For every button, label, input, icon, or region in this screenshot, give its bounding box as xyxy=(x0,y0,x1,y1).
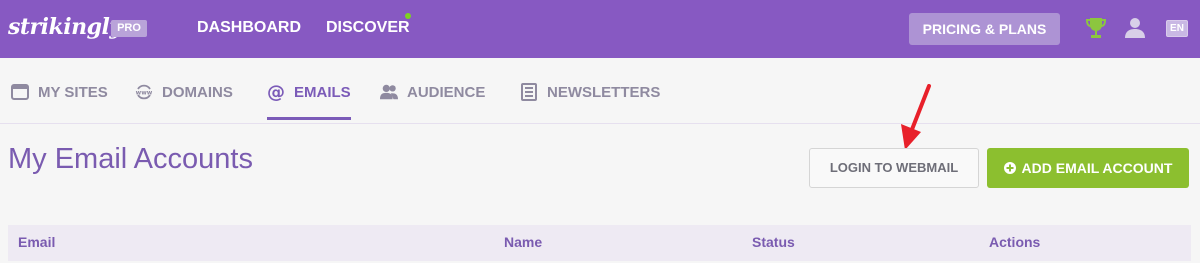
plus-circle-icon xyxy=(1003,162,1016,174)
tab-label: EMAILS xyxy=(294,83,351,101)
red-annotation-arrow xyxy=(901,84,931,150)
email-accounts-table-header: Email Name Status Actions xyxy=(8,225,1191,261)
add-email-account-button[interactable]: ADD EMAIL ACCOUNT xyxy=(987,148,1189,188)
tab-newsletters[interactable]: NEWSLETTERS xyxy=(520,82,660,102)
nav-dashboard[interactable]: DASHBOARD xyxy=(197,19,301,37)
column-header-actions: Actions xyxy=(989,234,1041,250)
top-nav-bar: strikingly PRO DASHBOARD DISCOVER PRICIN… xyxy=(0,0,1200,58)
notification-dot xyxy=(405,13,411,19)
tab-label: NEWSLETTERS xyxy=(547,83,661,101)
user-icon[interactable] xyxy=(1124,16,1146,38)
sub-navigation: MY SITES www DOMAINS @ EMAILS AUDIENCE N… xyxy=(0,58,1200,124)
tab-audience[interactable]: AUDIENCE xyxy=(380,82,485,102)
active-tab-indicator xyxy=(267,117,351,120)
page-title: My Email Accounts xyxy=(8,143,253,175)
browser-window-icon xyxy=(11,84,29,100)
tab-domains[interactable]: www DOMAINS xyxy=(135,82,233,102)
tab-emails[interactable]: @ EMAILS xyxy=(267,82,351,102)
add-email-account-label: ADD EMAIL ACCOUNT xyxy=(1021,160,1173,176)
column-header-email[interactable]: Email xyxy=(18,234,55,250)
nav-discover[interactable]: DISCOVER xyxy=(326,19,410,37)
pricing-plans-button[interactable]: PRICING & PLANS xyxy=(909,13,1060,45)
language-selector[interactable]: EN xyxy=(1166,20,1188,37)
tab-label: MY SITES xyxy=(38,83,108,101)
people-icon xyxy=(380,84,398,100)
login-to-webmail-button[interactable]: LOGIN TO WEBMAIL xyxy=(809,148,979,188)
newsletter-icon xyxy=(521,83,537,101)
strikingly-logo[interactable]: strikingly xyxy=(8,14,122,40)
column-header-name[interactable]: Name xyxy=(504,234,542,250)
svg-text:@: @ xyxy=(267,83,285,101)
tab-label: AUDIENCE xyxy=(407,83,486,101)
www-globe-icon: www xyxy=(136,84,153,100)
column-header-status[interactable]: Status xyxy=(752,234,795,250)
tab-my-sites[interactable]: MY SITES xyxy=(11,82,108,102)
svg-text:www: www xyxy=(136,90,153,97)
pro-badge: PRO xyxy=(111,20,147,37)
tab-label: DOMAINS xyxy=(162,83,233,101)
at-sign-icon: @ xyxy=(267,83,285,101)
trophy-icon[interactable] xyxy=(1086,16,1106,40)
